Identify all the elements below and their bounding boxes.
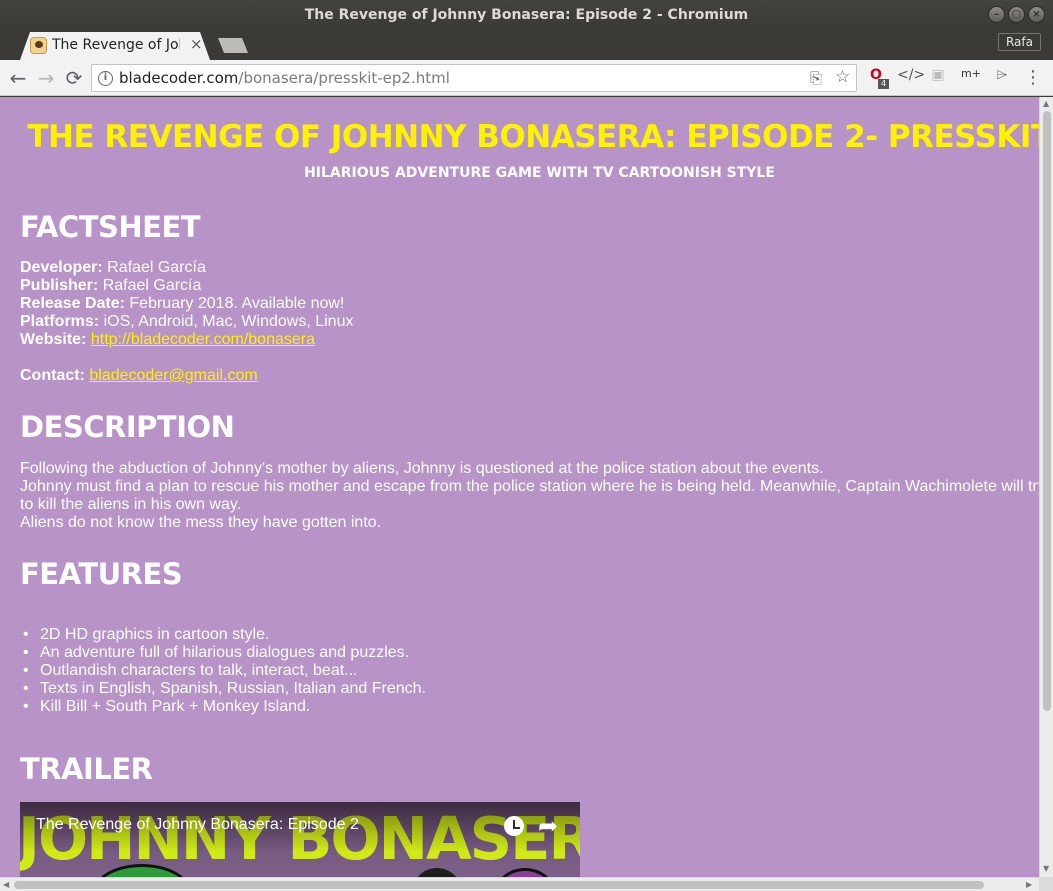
tab-active[interactable]: The Revenge of Johnny Bonasera: Episode … bbox=[20, 32, 210, 60]
chat-icon[interactable]: ▣ bbox=[928, 67, 948, 87]
description-paragraph-3: to kill the aliens in his own way. bbox=[20, 496, 242, 513]
bookmark-star-icon[interactable]: ☆ bbox=[835, 67, 850, 87]
info-icon[interactable]: i bbox=[98, 71, 113, 86]
page-viewport: THE REVENGE OF JOHNNY BONASERA: EPISODE … bbox=[0, 97, 1039, 877]
developer-row: Developer: Rafael García bbox=[20, 259, 206, 277]
favicon-icon bbox=[30, 37, 47, 54]
scroll-up-icon[interactable]: ▲ bbox=[1043, 99, 1049, 108]
platforms-label: Platforms: bbox=[20, 313, 100, 330]
horizontal-scrollbar[interactable]: ◀ ▶ bbox=[0, 877, 1039, 891]
developer-label: Developer: bbox=[20, 259, 103, 276]
scroll-right-icon[interactable]: ▶ bbox=[1026, 880, 1032, 889]
developer-value: Rafael García bbox=[107, 259, 206, 276]
minimize-button[interactable]: – bbox=[988, 6, 1005, 23]
publisher-row: Publisher: Rafael García bbox=[20, 277, 201, 295]
release-row: Release Date: February 2018. Available n… bbox=[20, 295, 344, 313]
platforms-row: Platforms: iOS, Android, Mac, Windows, L… bbox=[20, 313, 353, 331]
movistar-icon[interactable]: m+ bbox=[961, 67, 981, 87]
new-tab-button[interactable] bbox=[218, 38, 248, 53]
back-button[interactable]: ← bbox=[6, 66, 30, 90]
platforms-value: iOS, Android, Mac, Windows, Linux bbox=[103, 313, 354, 330]
list-item: Texts in English, Spanish, Russian, Ital… bbox=[20, 680, 426, 698]
window-title: The Revenge of Johnny Bonasera: Episode … bbox=[304, 7, 749, 23]
website-link[interactable]: http://bladecoder.com/bonasera bbox=[91, 331, 315, 348]
address-bar[interactable]: i bladecoder.com/bonasera/presskit-ep2.h… bbox=[91, 64, 857, 92]
trailer-video[interactable]: JOHNNY BONASERA 2 The Revenge of Johnny … bbox=[20, 802, 580, 877]
browser-toolbar: ← → ⟳ i bladecoder.com/bonasera/presskit… bbox=[0, 60, 1053, 96]
contact-label: Contact: bbox=[20, 367, 85, 384]
description-paragraph-1: Following the abduction of Johnny's moth… bbox=[20, 460, 824, 477]
watch-later-icon[interactable] bbox=[504, 816, 524, 836]
description-paragraph-2: Johnny must find a plan to rescue his mo… bbox=[20, 478, 1039, 495]
release-label: Release Date: bbox=[20, 295, 125, 312]
website-label: Website: bbox=[20, 331, 87, 348]
maximize-button[interactable]: ▢ bbox=[1008, 6, 1025, 23]
list-item: An adventure full of hilarious dialogues… bbox=[20, 644, 426, 662]
profile-button[interactable]: Rafa bbox=[997, 33, 1041, 51]
list-item: Kill Bill + South Park + Monkey Island. bbox=[20, 698, 426, 716]
scrollbar-corner bbox=[1039, 877, 1053, 891]
url-host: bladecoder.com bbox=[119, 69, 239, 87]
share-icon[interactable]: ➦ bbox=[538, 812, 558, 840]
window-titlebar: The Revenge of Johnny Bonasera: Episode … bbox=[0, 0, 1053, 30]
list-item: Outlandish characters to talk, interact,… bbox=[20, 662, 426, 680]
factsheet-heading: FACTSHEET bbox=[20, 210, 201, 244]
url-text[interactable]: bladecoder.com/bonasera/presskit-ep2.htm… bbox=[119, 69, 450, 87]
close-window-button[interactable]: × bbox=[1028, 6, 1045, 23]
features-list: 2D HD graphics in cartoon style. An adve… bbox=[20, 626, 426, 716]
website-row: Website: http://bladecoder.com/bonasera bbox=[20, 331, 315, 349]
url-path: /bonasera/presskit-ep2.html bbox=[238, 69, 450, 87]
forward-button[interactable]: → bbox=[34, 66, 58, 90]
publisher-value: Rafael García bbox=[102, 277, 202, 294]
contact-row: Contact: bladecoder@gmail.com bbox=[20, 367, 258, 385]
menu-icon[interactable]: ⋮ bbox=[1023, 67, 1043, 88]
tab-title: The Revenge of Johnny Bonasera: Episode … bbox=[52, 37, 180, 53]
description-paragraph-4: Aliens do not know the mess they have go… bbox=[20, 514, 382, 531]
description-heading: DESCRIPTION bbox=[20, 410, 235, 444]
contact-email-link[interactable]: bladecoder@gmail.com bbox=[89, 367, 257, 384]
page-subtitle: HILARIOUS ADVENTURE GAME WITH TV CARTOON… bbox=[304, 165, 775, 181]
features-heading: FEATURES bbox=[20, 557, 183, 591]
vertical-scrollbar[interactable]: ▲ ▼ bbox=[1039, 97, 1053, 877]
vertical-scroll-thumb[interactable] bbox=[1043, 111, 1051, 711]
cast-icon[interactable]: ⌲ bbox=[992, 67, 1012, 87]
horizontal-scroll-thumb[interactable] bbox=[14, 881, 984, 889]
scroll-left-icon[interactable]: ◀ bbox=[3, 880, 9, 889]
release-value: February 2018. Available now! bbox=[129, 295, 345, 312]
page-title: THE REVENGE OF JOHNNY BONASERA: EPISODE … bbox=[27, 119, 1039, 155]
window-controls: – ▢ × bbox=[988, 6, 1045, 23]
publisher-label: Publisher: bbox=[20, 277, 99, 294]
reload-button[interactable]: ⟳ bbox=[62, 66, 86, 90]
list-item: 2D HD graphics in cartoon style. bbox=[20, 626, 426, 644]
scroll-down-icon[interactable]: ▼ bbox=[1043, 864, 1049, 873]
trailer-heading: TRAILER bbox=[20, 752, 153, 786]
tab-strip: The Revenge of Johnny Bonasera: Episode … bbox=[0, 30, 1053, 60]
tab-close-icon[interactable]: × bbox=[190, 35, 203, 53]
video-title[interactable]: The Revenge of Johnny Bonasera: Episode … bbox=[36, 816, 359, 834]
code-icon[interactable]: </> bbox=[897, 67, 925, 87]
extension-badge: 4 bbox=[878, 79, 889, 89]
translate-icon[interactable]: ⎘ bbox=[810, 69, 822, 87]
